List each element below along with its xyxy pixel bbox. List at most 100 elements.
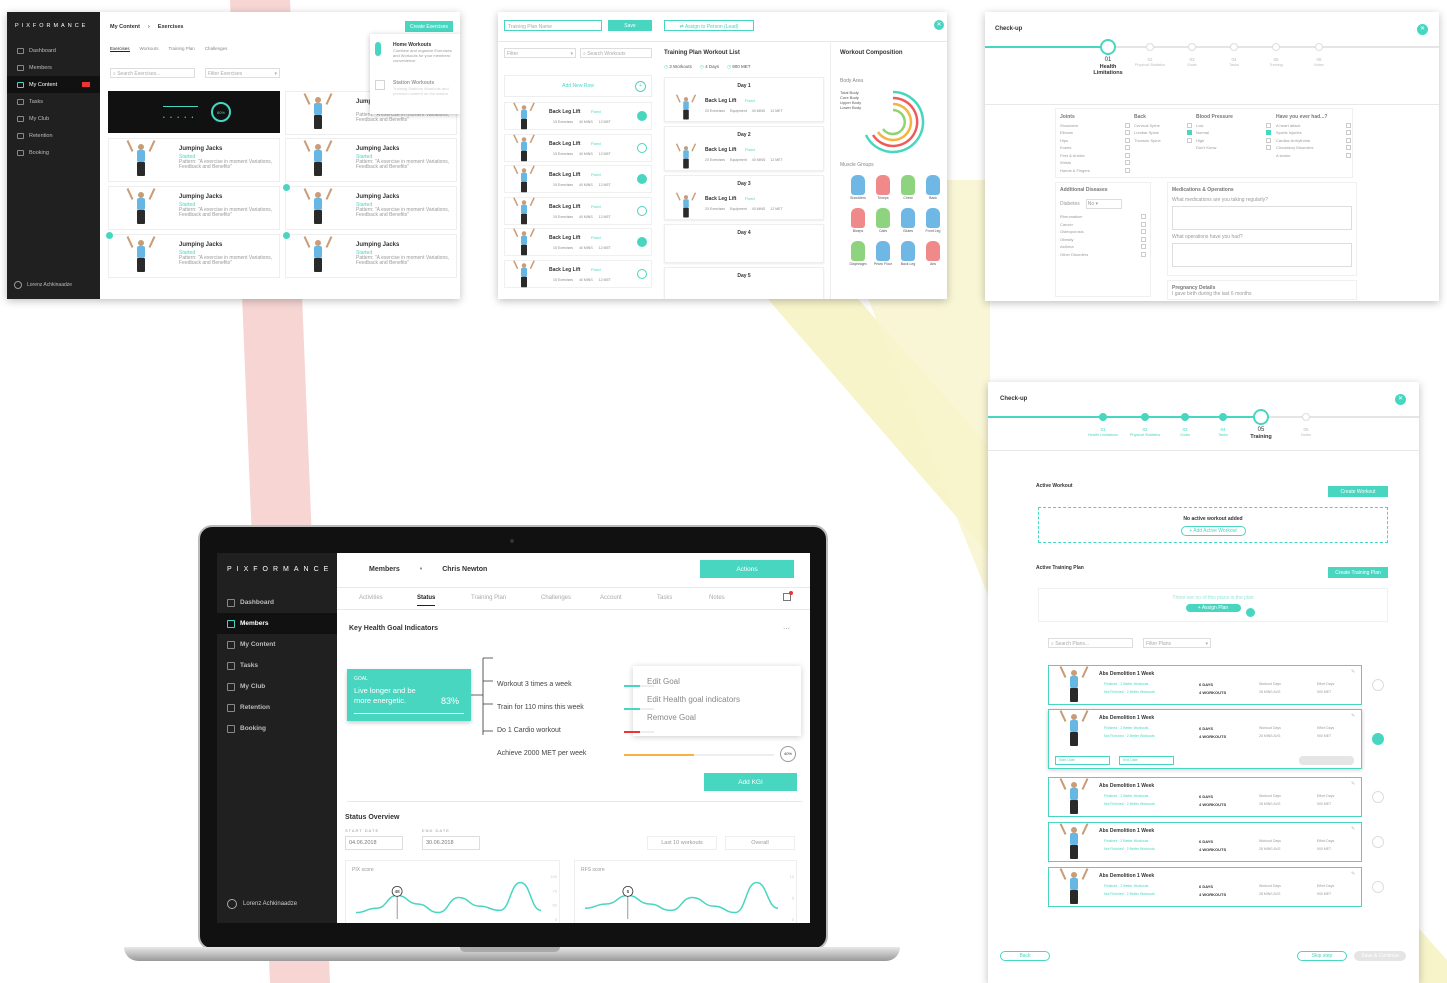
checkbox-row[interactable]: Asthma xyxy=(1060,244,1146,249)
edit-icon[interactable]: ✎ xyxy=(1351,781,1355,787)
checkbox-row[interactable]: Feet & Ankles xyxy=(1060,152,1130,158)
select-check-icon[interactable] xyxy=(106,232,113,239)
sidebar-item-my-content[interactable]: My Content xyxy=(217,634,337,655)
checkbox[interactable] xyxy=(1346,137,1351,143)
muscle-group-item[interactable]: Shoulders xyxy=(846,175,870,200)
step-3-indicator[interactable] xyxy=(1181,413,1189,421)
checkbox[interactable] xyxy=(1125,152,1130,158)
add-kgi-button[interactable]: Add KGI xyxy=(704,773,797,791)
sidebar-item-members[interactable]: Members xyxy=(217,613,337,634)
tab-training-plan[interactable]: Training Plan xyxy=(168,46,194,52)
start-date-input[interactable]: 04.06.2018 xyxy=(345,836,403,850)
checkbox[interactable] xyxy=(1346,145,1351,150)
checkbox[interactable] xyxy=(1141,214,1146,219)
checkbox[interactable] xyxy=(1141,229,1146,234)
sidebar-item-retention[interactable]: Retention xyxy=(217,697,337,718)
plan-card[interactable]: Abs Demolition 1 Week Finished · 2 Better… xyxy=(1048,867,1362,907)
checkbox-row[interactable]: Normal xyxy=(1196,130,1271,135)
day-card[interactable]: Day 2 Back Leg Lift Fixed 20 Exercises Equip… xyxy=(664,126,824,171)
goal-card[interactable]: GOAL Live longer and be more energetic. … xyxy=(347,669,471,721)
select-check-icon[interactable] xyxy=(283,232,290,239)
radio-icon[interactable] xyxy=(1372,881,1384,893)
kpi-item[interactable]: Do 1 Cardio workout xyxy=(497,727,561,734)
checkbox-row[interactable]: Hands & Fingers xyxy=(1060,167,1130,173)
create-training-plan-button[interactable]: Create Training Plan xyxy=(1328,567,1388,578)
sidebar-item-dashboard[interactable]: Dashboard xyxy=(7,42,100,59)
muscle-group-item[interactable]: Front Leg xyxy=(921,208,945,233)
sidebar-item-dashboard[interactable]: Dashboard xyxy=(217,592,337,613)
day-card[interactable]: Day 3 Back Leg Lift Fixed 20 Exercises Equip… xyxy=(664,175,824,220)
workout-item[interactable]: Back Leg Lift Fixed 15 Exercises 40 MINS 12 … xyxy=(504,196,652,225)
dropdown-item-station-workouts[interactable]: Station Workouts Training Stations Worko… xyxy=(375,80,455,96)
medications-textarea[interactable] xyxy=(1172,206,1352,230)
kpi-item[interactable]: Workout 3 times a week xyxy=(497,681,572,688)
exercise-card[interactable]: Jumping Jacks Started Pattern: "A exerci… xyxy=(283,184,457,230)
diabetes-select[interactable]: No ▾ xyxy=(1085,199,1122,209)
menu-item-edit-indicators[interactable]: Edit Health goal indicators xyxy=(647,695,740,704)
checkbox[interactable] xyxy=(1125,167,1130,173)
operations-textarea[interactable] xyxy=(1172,243,1352,267)
tab-tasks[interactable]: Tasks xyxy=(657,595,672,601)
exercise-card[interactable]: Jumping Jacks Started Pattern: "A exerci… xyxy=(106,232,280,278)
selected-radio-icon[interactable] xyxy=(1372,733,1384,745)
exercise-card[interactable]: Jumping Jacks Started Pattern: "A exerci… xyxy=(108,138,280,182)
step-1-indicator[interactable] xyxy=(1100,39,1116,55)
filter-plans-select[interactable]: Filter Plans ▾ xyxy=(1143,638,1211,648)
workout-item[interactable]: Back Leg Lift Fixed 15 Exercises 40 MINS 12 … xyxy=(504,133,652,162)
video-player[interactable]: 80% • • • • • xyxy=(108,91,280,133)
muscle-group-item[interactable]: Glutes xyxy=(896,208,920,233)
check-icon[interactable] xyxy=(637,237,647,247)
checkbox-row[interactable]: Cervical Spine xyxy=(1134,122,1192,128)
step-5-indicator[interactable] xyxy=(1253,409,1269,425)
plan-card[interactable]: Abs Demolition 1 Week Finished · 2 Better… xyxy=(1048,777,1362,817)
checkbox[interactable] xyxy=(1266,145,1271,150)
step-2-indicator[interactable] xyxy=(1141,413,1149,421)
exercise-card[interactable]: Jumping Jacks Started Pattern: "A exerci… xyxy=(285,138,457,182)
kpi-item[interactable]: Train for 110 mins this week xyxy=(497,704,584,711)
back-button[interactable]: Back xyxy=(1000,951,1050,961)
check-icon[interactable] xyxy=(637,111,647,121)
filter-select[interactable]: Filter Exercises ▾ xyxy=(205,68,280,78)
workout-item[interactable]: Back Leg Lift Fixed 15 Exercises 40 MINS 12 … xyxy=(504,259,652,288)
sidebar-item-tasks[interactable]: Tasks xyxy=(217,655,337,676)
add-active-workout-button[interactable]: + Add Active Workout xyxy=(1180,526,1246,536)
filter-overall-button[interactable]: Overall xyxy=(725,836,795,850)
sidebar-item-retention[interactable]: Retention xyxy=(7,127,100,144)
add-new-row-button[interactable]: Add New Row + xyxy=(504,75,652,97)
workout-item[interactable]: Back Leg Lift Fixed 15 Exercises 40 MINS 12 … xyxy=(504,165,652,193)
tab-workouts[interactable]: Workouts xyxy=(140,46,159,52)
plan-card[interactable]: Abs Demolition 1 Week Finished · 2 Better… xyxy=(1048,822,1362,862)
checkbox[interactable] xyxy=(1125,122,1130,128)
checkbox[interactable] xyxy=(1141,236,1146,242)
exercise-card[interactable]: Jumping Jacks Started Pattern: "A exerci… xyxy=(108,186,280,230)
sidebar-item-my-club[interactable]: My Club xyxy=(7,110,100,127)
edit-icon[interactable]: ✎ xyxy=(1351,871,1355,877)
breadcrumb-item[interactable]: My Content xyxy=(110,24,140,30)
checkbox-row[interactable]: Elbows xyxy=(1060,130,1130,135)
checkbox-row[interactable]: Low xyxy=(1196,122,1271,128)
workout-item[interactable]: Back Leg Lift Fixed 15 Exercises 40 MINS 12 … xyxy=(504,228,652,256)
breadcrumb-members[interactable]: Members xyxy=(369,566,400,573)
step-1-indicator[interactable] xyxy=(1099,413,1107,421)
skip-step-button[interactable]: Skip step xyxy=(1297,951,1347,961)
radio-icon[interactable] xyxy=(1372,791,1384,803)
checkbox-row[interactable]: Knees xyxy=(1060,145,1130,150)
plan-card[interactable]: Abs Demolition 1 Week Finished · 2 Better… xyxy=(1048,665,1362,705)
muscle-group-item[interactable]: Diaphragm xyxy=(846,241,870,266)
checkbox-row[interactable]: A stroke xyxy=(1276,152,1351,158)
player-seek[interactable] xyxy=(163,106,198,107)
muscle-group-item[interactable]: Calfs xyxy=(871,208,895,233)
user-profile[interactable]: Lorenz Achkinaadze xyxy=(14,281,72,289)
checkbox[interactable] xyxy=(1266,122,1271,128)
search-workouts-input[interactable]: ⌕ Search Workouts xyxy=(580,48,652,58)
search-input[interactable]: ⌕ Search Exercises... xyxy=(110,68,195,78)
checkbox-row[interactable]: Shoulders xyxy=(1060,122,1130,128)
tab-exercises[interactable]: Exercises xyxy=(110,46,130,52)
create-exercises-button[interactable]: Create Exercises xyxy=(405,21,453,32)
tab-training-plan[interactable]: Training Plan xyxy=(471,595,506,601)
sidebar-item-booking[interactable]: Booking xyxy=(7,144,100,161)
plan-card[interactable]: Abs Demolition 1 Week Finished · 2 Better… xyxy=(1048,709,1362,769)
muscle-group-item[interactable]: Chest xyxy=(896,175,920,200)
step-5-indicator[interactable] xyxy=(1272,43,1280,51)
workout-item[interactable]: Back Leg Lift Fixed 15 Exercises 40 MINS 12 … xyxy=(504,102,652,130)
